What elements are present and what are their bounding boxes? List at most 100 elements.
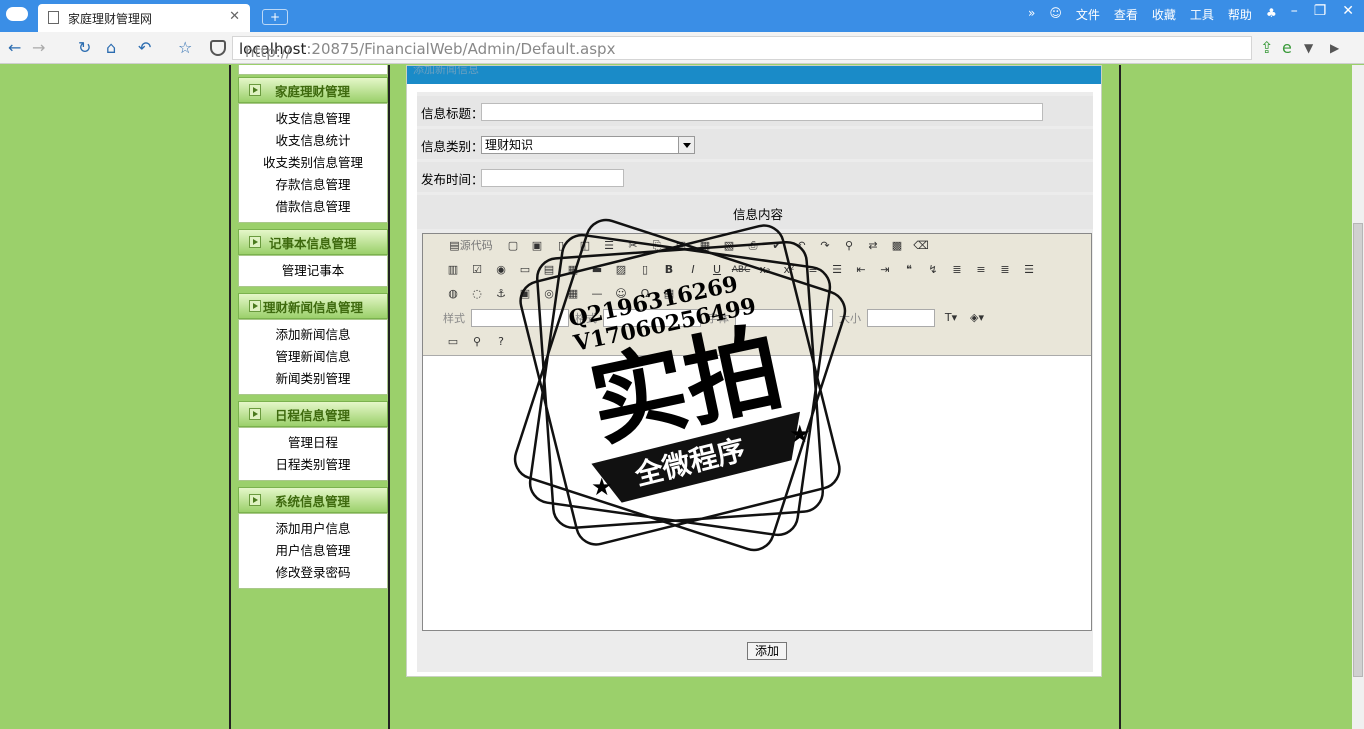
cut-icon[interactable]: ✂	[623, 237, 643, 255]
source-code-button[interactable]: ▤源代码	[443, 237, 499, 255]
chevron-down-icon[interactable]	[678, 137, 694, 153]
sidebar-item-news-category[interactable]: 新闻类别管理	[239, 368, 387, 390]
anchor-icon[interactable]: ⚓	[491, 285, 511, 303]
justify-icon[interactable]: ☰	[1019, 261, 1039, 279]
paste-text-icon[interactable]: ▦	[695, 237, 715, 255]
sidebar-item-income-stats[interactable]: 收支信息统计	[239, 130, 387, 152]
sidebar-item-add-news[interactable]: 添加新闻信息	[239, 324, 387, 346]
new-tab-button[interactable]: +	[262, 9, 288, 25]
div-icon[interactable]: ↯	[923, 261, 943, 279]
new-page-icon[interactable]: ▯	[551, 237, 571, 255]
share-icon[interactable]: ⇪	[1260, 38, 1273, 57]
sidebar-section-news[interactable]: 理财新闻信息管理	[238, 293, 388, 319]
italic-icon[interactable]: I	[683, 261, 703, 279]
sidebar-section-finance[interactable]: 家庭理财管理	[238, 77, 388, 103]
sidebar-item-add-user[interactable]: 添加用户信息	[239, 518, 387, 540]
title-input[interactable]	[481, 103, 1043, 121]
menu-favorites[interactable]: 收藏	[1152, 6, 1176, 23]
close-window-icon[interactable]: ✕	[1342, 3, 1354, 19]
select-all-icon[interactable]: ▩	[887, 237, 907, 255]
favorite-star-icon[interactable]: ☆	[178, 38, 192, 57]
minimize-icon[interactable]: –	[1291, 3, 1298, 19]
sidebar-item-change-password[interactable]: 修改登录密码	[239, 562, 387, 584]
sidebar-item-income-expense[interactable]: 收支信息管理	[239, 108, 387, 130]
sidebar-section-system[interactable]: 系统信息管理	[238, 487, 388, 513]
underline-icon[interactable]: U	[707, 261, 727, 279]
textfield-icon[interactable]: ▭	[515, 261, 535, 279]
image-icon[interactable]: ▣	[515, 285, 535, 303]
refresh-icon[interactable]: ↻	[78, 38, 91, 57]
ie-mode-icon[interactable]: e	[1282, 38, 1292, 57]
about-icon[interactable]: ?	[491, 333, 511, 351]
bg-color-icon[interactable]: ◈▾	[967, 309, 987, 327]
skin-icon[interactable]: ♣	[1266, 6, 1277, 23]
forward-icon[interactable]: →	[32, 38, 45, 57]
menu-tools[interactable]: 工具	[1190, 6, 1214, 23]
browser-tab[interactable]: 家庭理财管理网 ✕	[38, 4, 250, 32]
textarea-icon[interactable]: ▤	[539, 261, 559, 279]
close-tab-icon[interactable]: ✕	[229, 9, 240, 24]
sidebar-item-deposits[interactable]: 存款信息管理	[239, 174, 387, 196]
home-icon[interactable]: ⌂	[106, 38, 116, 57]
print-icon[interactable]: ⎙	[743, 237, 763, 255]
redo-icon[interactable]: ↷	[815, 237, 835, 255]
sidebar-item-income-category[interactable]: 收支类别信息管理	[239, 152, 387, 174]
special-char-icon[interactable]: Ω	[635, 285, 655, 303]
user-icon[interactable]: ☺	[1049, 6, 1062, 23]
preview-icon[interactable]: ◫	[575, 237, 595, 255]
unordered-list-icon[interactable]: ☰	[827, 261, 847, 279]
save-icon[interactable]: ▣	[527, 237, 547, 255]
align-center-icon[interactable]: ≡	[971, 261, 991, 279]
flash-icon[interactable]: ◎	[539, 285, 559, 303]
menu-file[interactable]: 文件	[1076, 6, 1100, 23]
ordered-list-icon[interactable]: ≡	[803, 261, 823, 279]
unlink-icon[interactable]: ◌	[467, 285, 487, 303]
sidebar-item-loans[interactable]: 借款信息管理	[239, 196, 387, 218]
strike-icon[interactable]: ABC	[731, 261, 751, 279]
sidebar-section-schedule[interactable]: 日程信息管理	[238, 401, 388, 427]
indent-icon[interactable]: ⇥	[875, 261, 895, 279]
text-color-icon[interactable]: T▾	[941, 309, 961, 327]
smiley-icon[interactable]: ☺	[611, 285, 631, 303]
restore-icon[interactable]: ❐	[1314, 3, 1327, 19]
more-icon[interactable]: »	[1028, 6, 1035, 23]
vertical-scrollbar[interactable]	[1352, 65, 1364, 729]
superscript-icon[interactable]: x²	[779, 261, 799, 279]
hr-icon[interactable]: —	[587, 285, 607, 303]
spellcheck-icon[interactable]: ✔	[767, 237, 787, 255]
undo-icon[interactable]: ↶	[138, 38, 151, 57]
undo-icon[interactable]: ↶	[791, 237, 811, 255]
show-blocks-icon[interactable]: ⚲	[467, 333, 487, 351]
table-icon[interactable]: ▦	[563, 285, 583, 303]
image-button-icon[interactable]: ▨	[611, 261, 631, 279]
editor-content-area[interactable]	[423, 356, 1091, 630]
new-doc-icon[interactable]: ▢	[503, 237, 523, 255]
link-icon[interactable]: ◍	[443, 285, 463, 303]
align-left-icon[interactable]: ≣	[947, 261, 967, 279]
style-select[interactable]	[471, 309, 569, 327]
paste-icon[interactable]: ▤	[671, 237, 691, 255]
sidebar-item-manage-notebook[interactable]: 管理记事本	[239, 260, 387, 282]
sidebar-item-manage-news[interactable]: 管理新闻信息	[239, 346, 387, 368]
address-bar[interactable]: http://localhost:20875/FinancialWeb/Admi…	[232, 36, 1252, 61]
template-icon[interactable]: ☰	[599, 237, 619, 255]
sidebar-item-manage-schedule[interactable]: 管理日程	[239, 432, 387, 454]
radio-icon[interactable]: ◉	[491, 261, 511, 279]
scrollbar-thumb[interactable]	[1353, 223, 1363, 677]
select-field-icon[interactable]: ▦	[563, 261, 583, 279]
add-button[interactable]: 添加	[747, 642, 787, 660]
menu-view[interactable]: 查看	[1114, 6, 1138, 23]
category-select[interactable]: 理财知识	[481, 136, 695, 154]
form-icon[interactable]: ▥	[443, 261, 463, 279]
find-icon[interactable]: ⚲	[839, 237, 859, 255]
sidebar-item-manage-users[interactable]: 用户信息管理	[239, 540, 387, 562]
font-select[interactable]	[735, 309, 833, 327]
size-select[interactable]	[867, 309, 935, 327]
blockquote-icon[interactable]: ❝	[899, 261, 919, 279]
hidden-field-icon[interactable]: ▯	[635, 261, 655, 279]
format-select[interactable]	[603, 309, 701, 327]
copy-icon[interactable]: ⎘	[647, 237, 667, 255]
back-icon[interactable]: ←	[8, 38, 21, 57]
subscript-icon[interactable]: x₂	[755, 261, 775, 279]
outdent-icon[interactable]: ⇤	[851, 261, 871, 279]
